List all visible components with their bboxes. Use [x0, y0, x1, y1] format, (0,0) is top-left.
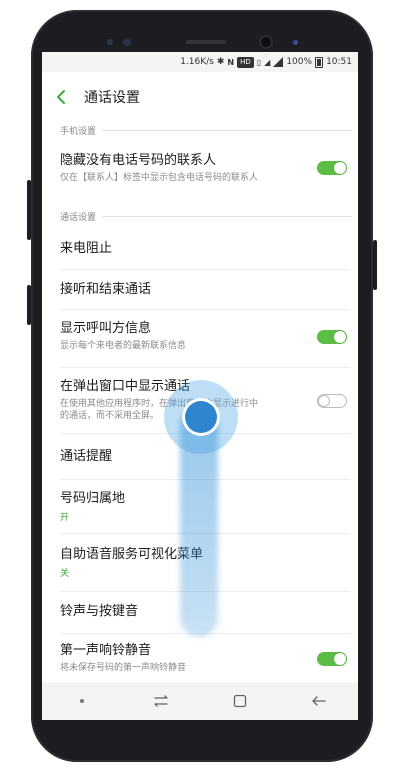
setting-label: 第一声响铃静音	[60, 643, 152, 658]
setting-hide-contacts[interactable]: 隐藏没有电话号码的联系人 仅在【联系人】标签中显示包含电话号码的联系人	[42, 148, 358, 208]
back-arrow-icon	[311, 696, 326, 706]
setting-label: 显示呼叫方信息	[60, 321, 152, 336]
section-divider	[102, 216, 352, 217]
setting-description: 将未保存号码的第一声响铃静音	[60, 663, 187, 673]
battery-percent: 100%	[286, 57, 313, 67]
setting-description: 显示每个来电者的最新联系信息	[60, 341, 187, 351]
section-label: 通话设置	[60, 213, 97, 223]
popup-call-toggle[interactable]	[317, 394, 347, 408]
setting-label: 隐藏没有电话号码的联系人	[60, 153, 217, 168]
hd-badge: HD	[237, 56, 254, 68]
recent-apps-icon	[153, 695, 168, 707]
navigation-bar	[42, 682, 358, 720]
bluetooth-icon: ✱	[216, 57, 225, 67]
power-button	[373, 240, 377, 290]
app-bar: 通话设置	[42, 72, 358, 122]
toggle-knob	[334, 331, 346, 343]
clock: 10:51	[326, 57, 352, 67]
page-title: 通话设置	[84, 90, 140, 106]
nav-dot-button[interactable]	[62, 682, 102, 720]
section-header-call: 通话设置	[60, 210, 352, 223]
toggle-knob	[319, 396, 329, 406]
setting-label: 接听和结束通话	[60, 282, 152, 297]
net-speed: 1.16K/s	[180, 57, 214, 67]
hide-contacts-toggle[interactable]	[317, 161, 347, 175]
back-nav-button[interactable]	[299, 682, 339, 720]
bixby-button	[27, 285, 31, 325]
volume-button	[27, 180, 31, 240]
nfc-icon: N	[227, 57, 235, 67]
front-sensor-icon	[107, 39, 113, 45]
battery-icon	[315, 56, 324, 68]
back-button[interactable]	[42, 72, 82, 122]
screen: 1.16K/s ✱ N HD ▯ ◢ 100% 10:51 通话设置 手机设置 …	[42, 52, 358, 720]
dot-icon	[79, 699, 84, 703]
touch-point-indicator	[185, 401, 217, 433]
status-bar: 1.16K/s ✱ N HD ▯ ◢ 100% 10:51	[42, 52, 358, 72]
toggle-knob	[334, 653, 346, 665]
toggle-knob	[334, 162, 346, 174]
vibrate-icon: ▯	[256, 57, 262, 67]
proximity-sensor-icon	[293, 40, 298, 45]
setting-answer-end[interactable]: 接听和结束通话	[42, 270, 358, 310]
section-divider	[102, 130, 352, 131]
home-icon	[233, 694, 246, 708]
section-label: 手机设置	[60, 127, 97, 137]
iris-sensor-icon	[123, 38, 131, 46]
first-ring-mute-toggle[interactable]	[317, 652, 347, 666]
front-camera-icon	[261, 37, 271, 47]
signal-icon	[273, 57, 284, 67]
setting-call-block[interactable]: 来电阻止	[42, 226, 358, 270]
home-button[interactable]	[220, 682, 260, 720]
caller-info-toggle[interactable]	[317, 330, 347, 344]
setting-description: 仅在【联系人】标签中显示包含电话号码的联系人	[60, 173, 259, 183]
setting-first-ring-mute[interactable]: 第一声响铃静音 将未保存号码的第一声响铃静音	[42, 634, 358, 684]
recent-apps-button[interactable]	[141, 682, 181, 720]
setting-caller-info[interactable]: 显示呼叫方信息 显示每个来电者的最新联系信息	[42, 310, 358, 368]
chevron-left-icon	[57, 90, 65, 104]
wifi-icon: ◢	[264, 57, 271, 67]
setting-label: 来电阻止	[60, 241, 113, 256]
speaker-grille	[186, 40, 226, 44]
section-header-phone: 手机设置	[60, 124, 352, 137]
